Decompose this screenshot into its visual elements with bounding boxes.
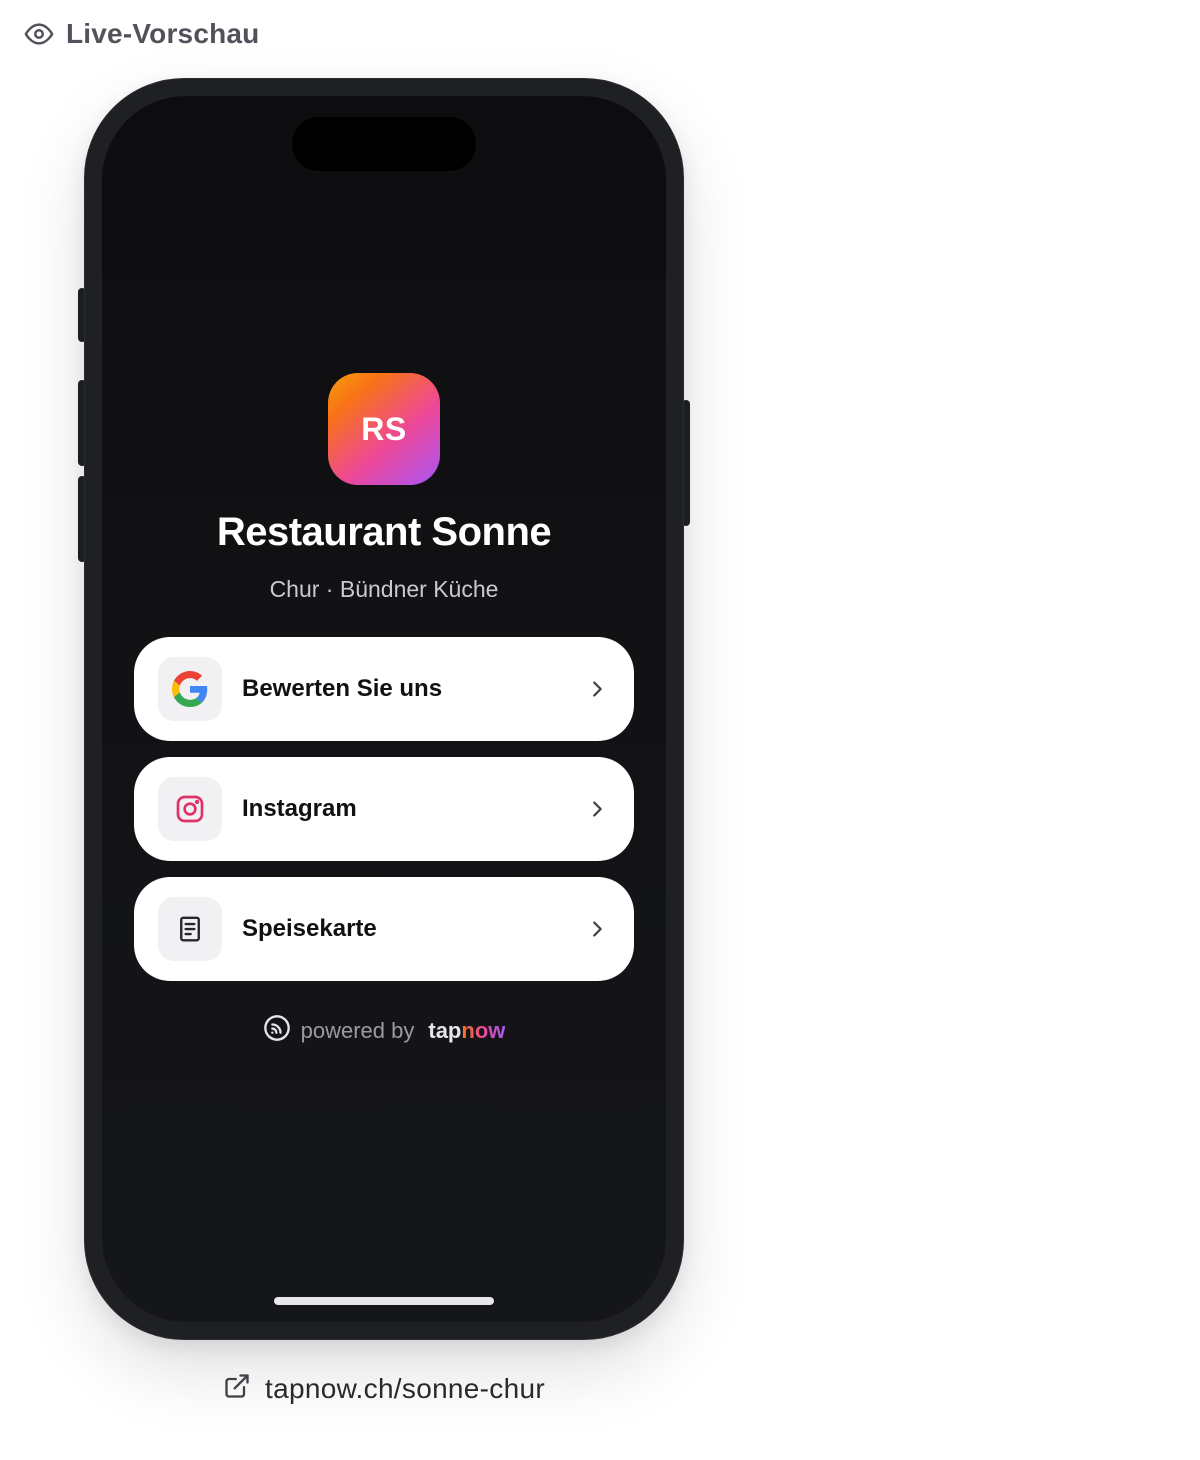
chevron-right-icon xyxy=(586,678,608,700)
link-button-instagram[interactable]: Instagram xyxy=(134,757,634,861)
eye-icon xyxy=(24,19,54,49)
link-label: Bewerten Sie uns xyxy=(242,675,443,702)
brand-now: now xyxy=(461,1017,506,1043)
google-icon xyxy=(158,657,222,721)
link-label: Speisekarte xyxy=(242,915,377,942)
chevron-right-icon xyxy=(586,798,608,820)
brand-tap: tap xyxy=(428,1017,462,1043)
chevron-right-icon xyxy=(586,918,608,940)
powered-by: powered by tapnow xyxy=(102,1014,666,1047)
brand-logo[interactable]: tapnow xyxy=(428,1018,505,1044)
instagram-icon xyxy=(158,777,222,841)
public-url-link[interactable]: tapnow.ch/sonne-chur xyxy=(0,1372,768,1405)
preview-title: Live-Vorschau xyxy=(66,18,260,49)
nfc-icon xyxy=(263,1014,291,1047)
preview-header: Live-Vorschau xyxy=(24,18,259,50)
public-url: tapnow.ch/sonne-chur xyxy=(265,1372,545,1404)
external-link-icon xyxy=(223,1372,251,1405)
link-button-review[interactable]: Bewerten Sie uns xyxy=(134,637,634,741)
avatar-initials: RS xyxy=(361,410,407,447)
home-indicator xyxy=(274,1297,494,1305)
phone-screen: RS Restaurant Sonne Chur · Bündner Küche… xyxy=(102,96,666,1322)
powered-text: powered by xyxy=(300,1017,415,1043)
business-subtitle: Chur · Bündner Küche xyxy=(269,576,499,602)
avatar: RS xyxy=(328,373,440,485)
dynamic-island xyxy=(292,117,476,171)
link-button-menu[interactable]: Speisekarte xyxy=(134,877,634,981)
link-label: Instagram xyxy=(242,795,357,822)
business-name: Restaurant Sonne xyxy=(216,510,552,554)
menu-document-icon xyxy=(158,897,222,961)
